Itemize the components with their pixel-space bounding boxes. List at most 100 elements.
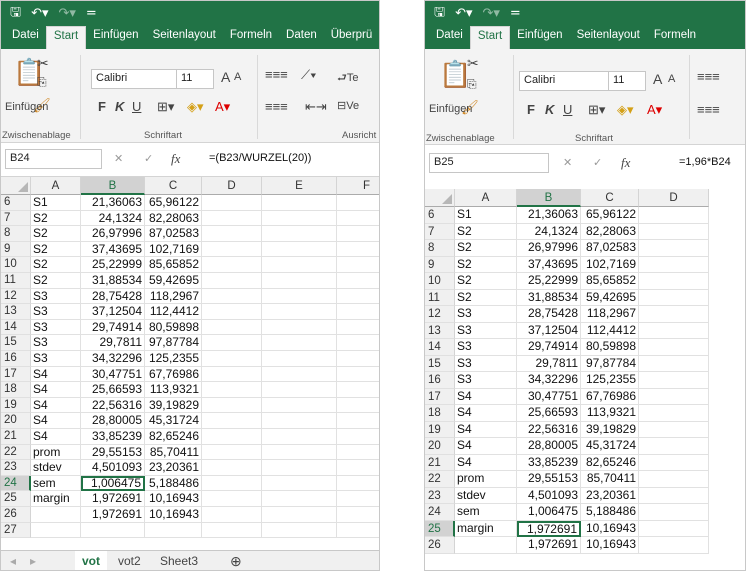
save-icon[interactable]: 🖫 (10, 3, 21, 25)
cell-b12[interactable]: 28,75428 (81, 288, 145, 305)
tab-start[interactable]: Start (469, 26, 511, 49)
cell-c11[interactable]: 59,42695 (145, 273, 202, 289)
cell-b9[interactable]: 37,43695 (517, 256, 581, 273)
fill-color-icon[interactable]: ◈▾ (617, 102, 634, 118)
underline-button[interactable]: U (563, 102, 572, 117)
cell-a26[interactable] (455, 537, 517, 554)
cell-d20[interactable] (202, 413, 262, 429)
cell-c19[interactable]: 39,19829 (145, 397, 202, 414)
tab-einfuegen[interactable]: Einfügen (86, 26, 145, 49)
cell-b25[interactable]: 1,972691 (81, 491, 145, 507)
cell-e19[interactable] (262, 397, 337, 414)
row-header[interactable]: 21 (1, 429, 31, 445)
cell-a22[interactable]: prom (455, 471, 517, 488)
align-left-icon[interactable]: ≡≡≡ (697, 102, 720, 117)
cell-f23[interactable] (337, 460, 379, 476)
font-size-box[interactable]: 11 (176, 69, 214, 89)
row-header[interactable]: 15 (425, 355, 455, 372)
cell-e13[interactable] (262, 304, 337, 320)
column-header-f[interactable]: F (337, 177, 379, 195)
font-color-icon[interactable]: A▾ (647, 102, 662, 118)
row-header[interactable]: 10 (1, 257, 31, 273)
cell-f19[interactable] (337, 398, 379, 414)
cell-f7[interactable] (337, 211, 379, 227)
cell-c12[interactable]: 118,2967 (145, 288, 202, 305)
cell-c19[interactable]: 39,19829 (581, 421, 639, 438)
row-header[interactable]: 6 (1, 195, 31, 211)
formula-input[interactable]: =(B23/WURZEL(20)) (209, 152, 311, 164)
cell-b10[interactable]: 25,22999 (517, 273, 581, 290)
cell-e12[interactable] (262, 288, 337, 305)
cell-f27[interactable] (337, 523, 379, 539)
cell-d25[interactable] (202, 491, 262, 507)
cell-d6[interactable] (202, 195, 262, 211)
grow-font-button[interactable]: A (221, 69, 230, 85)
row-header[interactable]: 21 (425, 454, 455, 471)
font-color-icon[interactable]: A▾ (215, 99, 230, 115)
cell-b20[interactable]: 28,80005 (517, 438, 581, 455)
cell-e22[interactable] (262, 444, 337, 461)
cell-a6[interactable]: S1 (455, 207, 517, 224)
cut-icon[interactable]: ✂ (467, 55, 479, 72)
cell-c8[interactable]: 87,02583 (145, 226, 202, 242)
column-header-a[interactable]: A (31, 177, 81, 195)
cell-a9[interactable]: S2 (31, 241, 81, 258)
cell-a20[interactable]: S4 (455, 438, 517, 455)
cell-f13[interactable] (337, 304, 379, 320)
cell-a7[interactable]: S2 (31, 210, 81, 227)
cell-c23[interactable]: 23,20361 (581, 487, 639, 504)
cell-b19[interactable]: 22,56316 (517, 421, 581, 438)
tab-formeln[interactable]: Formeln (647, 26, 703, 49)
cell-f20[interactable] (337, 413, 379, 429)
indent-icon[interactable]: ⇤⇥ (305, 99, 327, 115)
cell-a16[interactable]: S3 (31, 351, 81, 367)
cell-c21[interactable]: 82,65246 (145, 429, 202, 445)
tab-seitenlayout[interactable]: Seitenlayout (146, 26, 223, 49)
cell-b19[interactable]: 22,56316 (81, 397, 145, 414)
cell-c8[interactable]: 87,02583 (581, 240, 639, 257)
cell-b21[interactable]: 33,85239 (517, 454, 581, 471)
cell-d7[interactable] (639, 223, 709, 240)
cell-d15[interactable] (202, 335, 262, 351)
cell-a19[interactable]: S4 (455, 421, 517, 438)
row-header[interactable]: 13 (1, 304, 31, 320)
cell-c23[interactable]: 23,20361 (145, 460, 202, 476)
cell-f22[interactable] (337, 445, 379, 461)
cell-b20[interactable]: 28,80005 (81, 413, 145, 429)
cell-a20[interactable]: S4 (31, 413, 81, 429)
cell-b6[interactable]: 21,36063 (81, 195, 145, 211)
cell-a8[interactable]: S2 (31, 226, 81, 242)
cell-e25[interactable] (262, 491, 337, 507)
cut-icon[interactable]: ✂ (37, 55, 49, 72)
cell-d24[interactable] (202, 475, 262, 492)
cell-c14[interactable]: 80,59898 (581, 339, 639, 356)
cell-b22[interactable]: 29,55153 (517, 471, 581, 488)
cell-b7[interactable]: 24,1324 (517, 223, 581, 240)
row-header[interactable]: 25 (1, 491, 31, 507)
cell-c26[interactable]: 10,16943 (581, 537, 639, 554)
cell-d9[interactable] (639, 256, 709, 273)
cell-f11[interactable] (337, 273, 379, 289)
cell-e17[interactable] (262, 366, 337, 383)
paste-button[interactable]: Einfügen (429, 103, 472, 115)
cell-c24[interactable]: 5,188486 (145, 475, 202, 492)
cell-c10[interactable]: 85,65852 (145, 257, 202, 273)
cell-c14[interactable]: 80,59898 (145, 319, 202, 336)
cell-a26[interactable] (31, 507, 81, 523)
cell-a12[interactable]: S3 (31, 288, 81, 305)
cell-b11[interactable]: 31,88534 (81, 273, 145, 289)
cell-d23[interactable] (202, 460, 262, 476)
cell-d17[interactable] (202, 366, 262, 383)
merge-button[interactable]: ⊟Ve (337, 99, 359, 112)
row-header[interactable]: 13 (425, 322, 455, 339)
align-top-icon[interactable]: ≡≡≡ (265, 67, 288, 82)
row-header[interactable]: 16 (425, 372, 455, 389)
cell-a7[interactable]: S2 (455, 223, 517, 240)
cell-f9[interactable] (337, 242, 379, 258)
cell-d10[interactable] (639, 273, 709, 290)
cell-d9[interactable] (202, 241, 262, 258)
column-header-c[interactable]: C (145, 177, 202, 195)
cell-c25[interactable]: 10,16943 (581, 520, 639, 537)
cell-c13[interactable]: 112,4412 (145, 304, 202, 320)
cell-a14[interactable]: S3 (455, 339, 517, 356)
